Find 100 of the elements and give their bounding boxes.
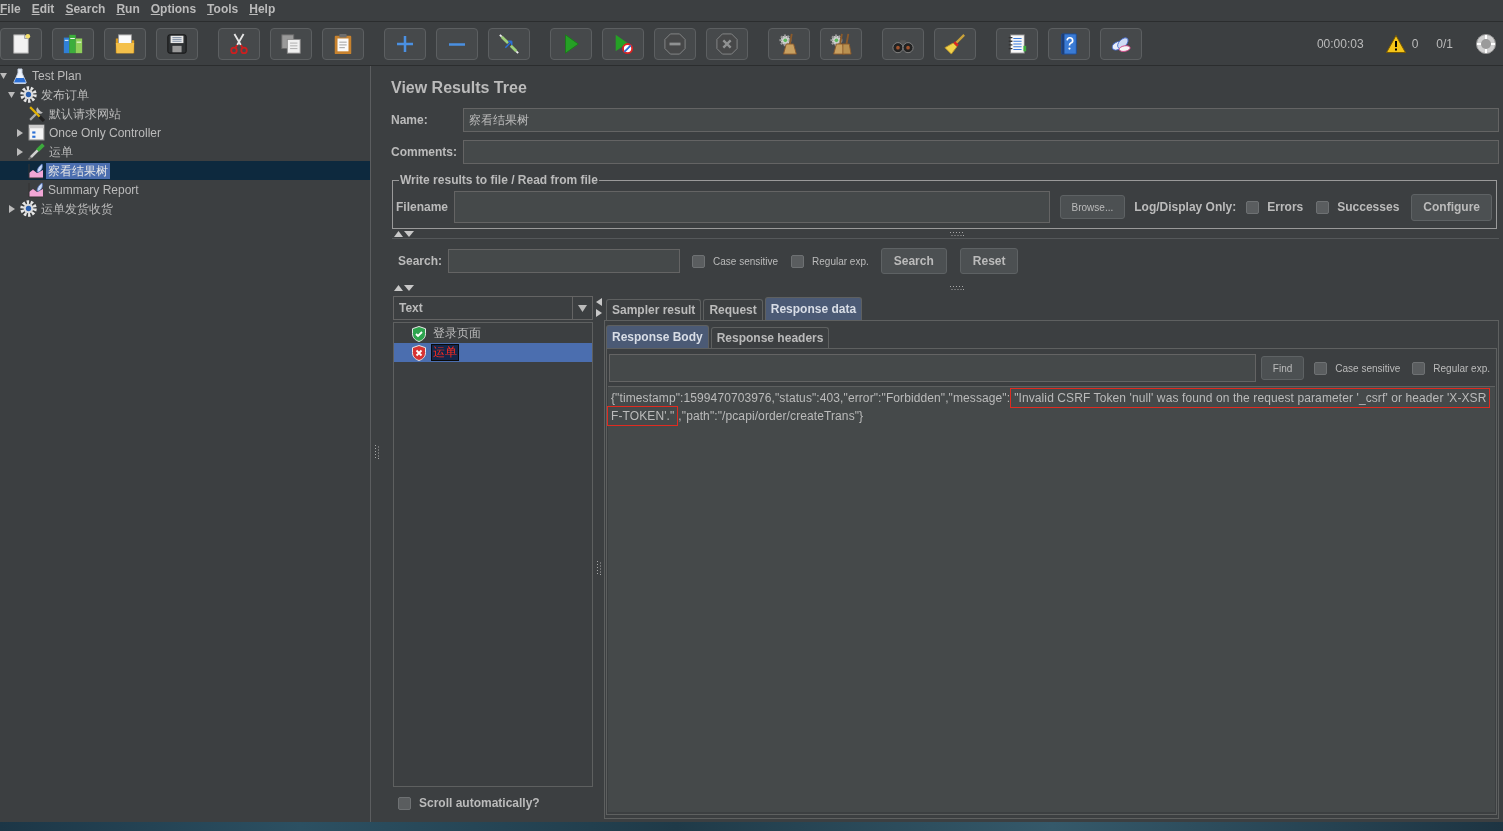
scissors-icon [228, 33, 250, 55]
result-item[interactable]: 运单 [394, 343, 592, 362]
field-label: Filename [396, 200, 449, 214]
octagon-x-icon [716, 33, 738, 55]
gear-broom-icon [778, 33, 800, 55]
checkbox-label: Regular exp. [1433, 362, 1490, 374]
menu-item[interactable]: Search [65, 2, 106, 16]
copy-icon [280, 33, 302, 55]
caret-down-icon[interactable] [8, 91, 15, 98]
tree-item[interactable]: 发布订单 [0, 85, 370, 104]
tab[interactable]: Request [703, 299, 763, 320]
renderer-dropdown[interactable]: Text [393, 296, 593, 320]
reset-button[interactable]: Reset [959, 248, 1019, 274]
checkbox[interactable] [398, 796, 411, 810]
checkbox-label: Case sensitive [1335, 362, 1401, 374]
tree-item[interactable]: Once Only Controller [0, 123, 370, 142]
grip-icon[interactable] [596, 561, 601, 575]
up-arrow-icon[interactable] [394, 284, 403, 291]
pencils-icon [498, 33, 520, 55]
toolbar-button[interactable] [322, 28, 364, 60]
notepad-icon [1006, 33, 1028, 55]
tree-item[interactable]: 察看结果树 [0, 161, 370, 180]
question-book-icon [1058, 33, 1080, 55]
toolbar-button[interactable] [104, 28, 146, 60]
grip-icon[interactable] [950, 285, 964, 290]
name-field[interactable]: 察看结果树 [463, 108, 1499, 132]
down-arrow-icon[interactable] [404, 284, 414, 291]
toolbar-button[interactable] [0, 28, 42, 60]
menu-item[interactable]: Edit [31, 2, 55, 16]
up-arrow-icon[interactable] [394, 230, 403, 237]
checkbox-label: Scroll automatically? [419, 796, 540, 810]
tab[interactable]: Response data [764, 297, 863, 320]
result-item[interactable]: 登录页面 [394, 324, 592, 343]
toolbar-button[interactable] [934, 28, 976, 60]
caret-right-icon[interactable] [9, 204, 15, 213]
new-page-icon [10, 33, 32, 55]
caret-right-icon[interactable] [17, 128, 23, 137]
tree-item[interactable]: 运单发货收货 [0, 199, 370, 218]
thread-count: 0/1 [1436, 37, 1453, 51]
window-icon [28, 124, 45, 141]
books-icon [62, 33, 84, 55]
tab[interactable]: Response Body [606, 325, 709, 348]
menu-item[interactable]: Tools [207, 2, 239, 16]
plus-icon [397, 36, 413, 52]
filename-field[interactable] [454, 191, 1050, 223]
menu-item[interactable]: File [0, 2, 21, 16]
elapsed-time: 00:00:03 [1316, 37, 1364, 51]
checkbox-label: Successes [1337, 200, 1400, 214]
group-title: Write results to file / Read from file [399, 173, 599, 187]
tree-item[interactable]: 默认请求网站 [0, 104, 370, 123]
search-field[interactable] [448, 249, 681, 273]
menu-item[interactable]: Run [116, 2, 140, 16]
checkbox[interactable] [1316, 200, 1330, 214]
checkbox[interactable] [1412, 361, 1426, 375]
shield-check-icon [412, 325, 426, 342]
checkbox[interactable] [791, 254, 805, 268]
caret-down-icon[interactable] [0, 72, 7, 79]
search-button[interactable]: Search [880, 248, 947, 274]
caret-right-icon[interactable] [17, 147, 23, 156]
warning-count: 0 [1411, 37, 1419, 51]
toolbar-button[interactable] [996, 28, 1038, 60]
toolbar-button[interactable] [1100, 28, 1142, 60]
tab[interactable]: Response headers [710, 327, 830, 348]
toolbar-button[interactable] [156, 28, 198, 60]
minus-icon [449, 42, 465, 46]
browse-button[interactable]: Browse... [1059, 195, 1126, 219]
grip-icon[interactable] [375, 445, 379, 459]
down-arrow-icon[interactable] [404, 230, 414, 237]
field-label: Search: [398, 254, 443, 268]
warning-icon[interactable] [1385, 35, 1406, 53]
response-text: {"timestamp":1599470703976,"status":403,"error":"Forbidden","message": [611, 391, 1011, 405]
toolbar-button[interactable] [218, 28, 260, 60]
field-label: Comments: [391, 145, 457, 159]
panel-title: View Results Tree [391, 78, 527, 98]
checkbox[interactable] [692, 254, 706, 268]
tools-icon [28, 105, 45, 122]
highlighted-text: F-TOKEN'." [607, 406, 679, 426]
response-text: ,"path":"/pcapi/order/createTrans"} [678, 409, 864, 423]
clipboard-icon [332, 33, 354, 55]
find-field[interactable] [609, 354, 1256, 382]
menu-item[interactable]: Help [249, 2, 276, 16]
tree-item[interactable]: 运单 [0, 142, 370, 161]
configure-button[interactable]: Configure [1411, 193, 1492, 221]
area-chart-icon [28, 181, 44, 198]
left-arrow-icon[interactable] [595, 298, 602, 306]
checkbox[interactable] [1246, 200, 1260, 214]
tree-item[interactable]: Test Plan [0, 66, 370, 85]
comments-field[interactable] [463, 140, 1499, 164]
menu-item[interactable]: Options [150, 2, 197, 16]
highlighted-text: "Invalid CSRF Token 'null' was found on the request parameter '_csrf' or header 'X-XSR [1010, 388, 1491, 408]
grip-icon[interactable] [950, 231, 964, 236]
right-arrow-icon[interactable] [595, 309, 602, 317]
toolbar-button[interactable] [1048, 28, 1090, 60]
tree-item[interactable]: Summary Report [0, 180, 370, 199]
checkbox[interactable] [1314, 361, 1328, 375]
tab[interactable]: Sampler result [606, 299, 702, 320]
find-button[interactable]: Find [1260, 356, 1305, 380]
ring-icon[interactable] [1476, 34, 1496, 54]
toolbar-button[interactable] [270, 28, 312, 60]
checkbox-label: Errors [1267, 200, 1304, 214]
